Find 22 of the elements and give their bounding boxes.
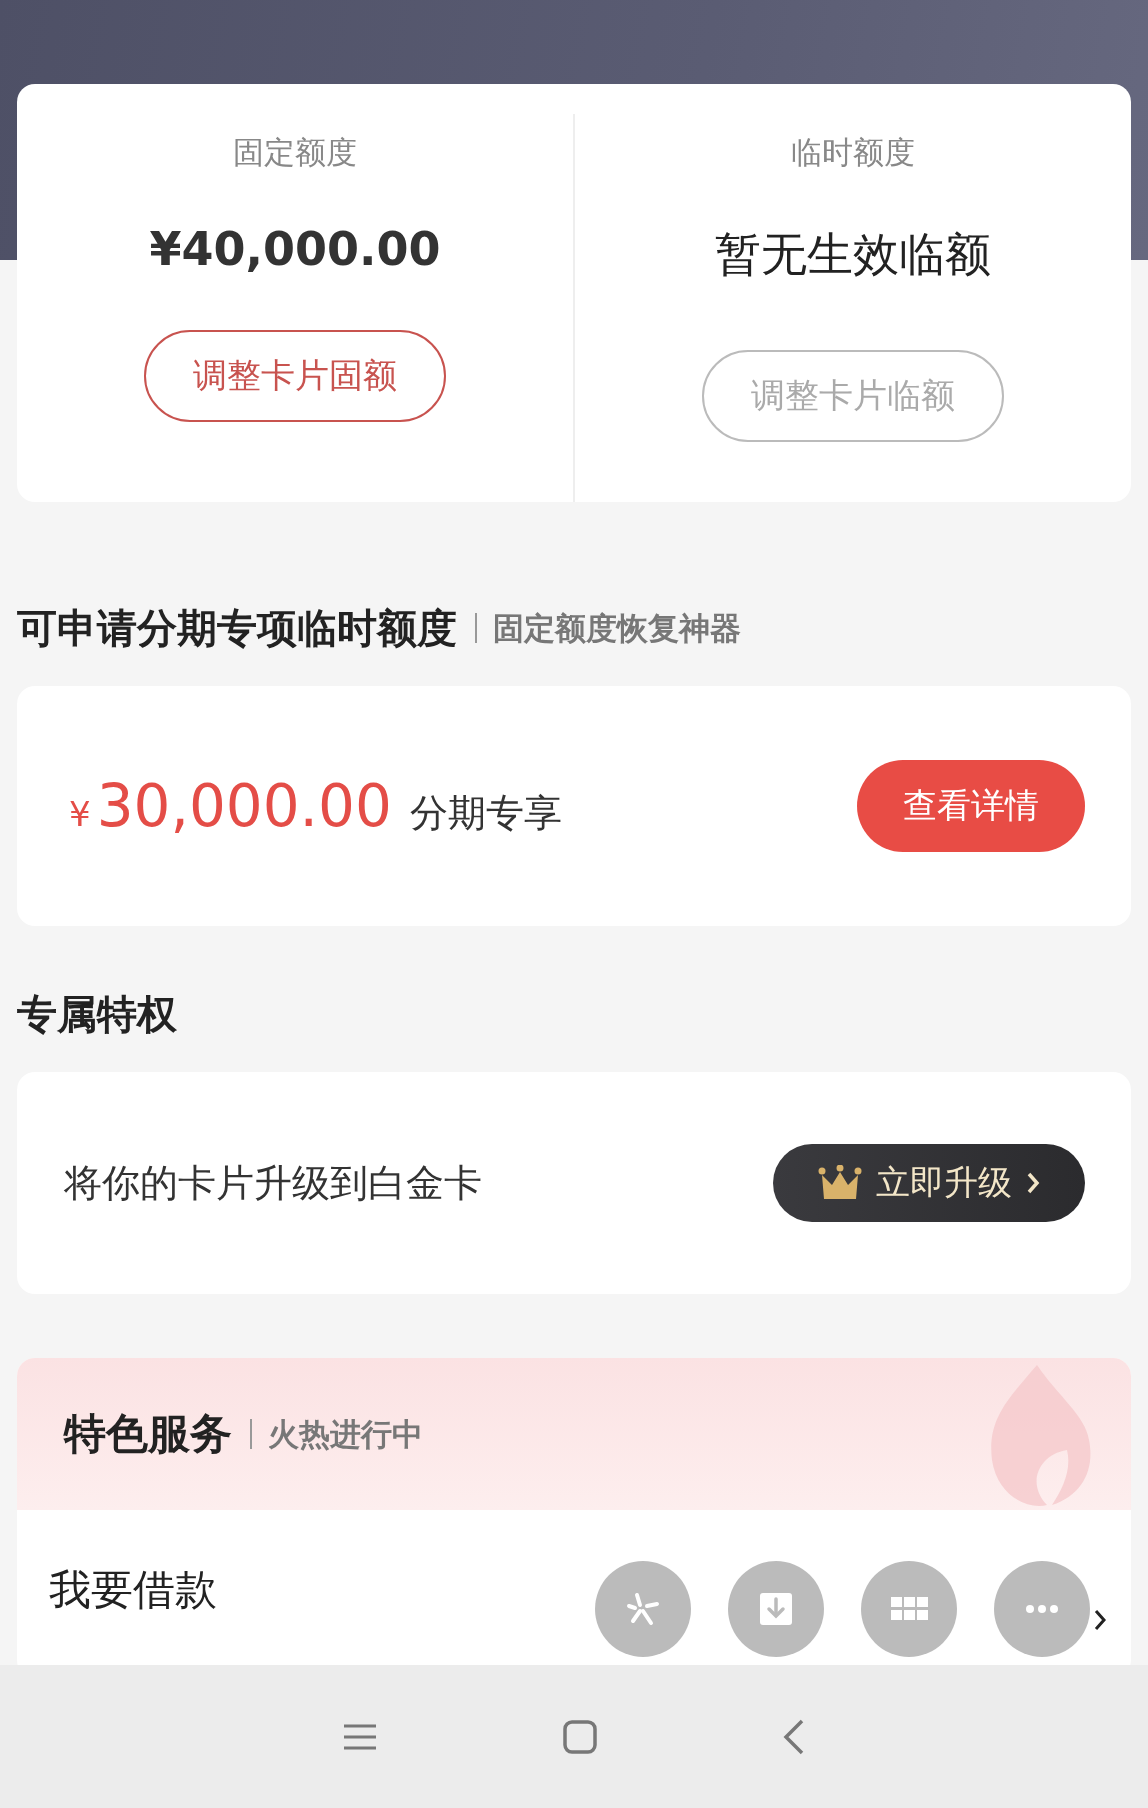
home-icon[interactable] [562,1718,598,1755]
chevron-icon [1026,1171,1040,1195]
service-item[interactable]: 我要借款 [49,1562,217,1618]
privilege-text: 将你的卡片升级到白金卡 [64,1159,482,1207]
section-title: 特色服务 [64,1408,232,1460]
limit-label: 临时额度 [791,133,915,172]
installment-label: 分期专享 [409,790,562,837]
upgrade-button[interactable]: 立即升级 [773,1144,1085,1222]
back-icon[interactable] [782,1718,806,1755]
crown-icon [818,1165,862,1201]
section-title: 专属特权 [17,989,177,1039]
limit-status: 暂无生效临额 [715,226,991,283]
currency-symbol: ¥ [69,794,91,834]
limit-label: 固定额度 [233,133,357,172]
installment-amount: 30,000.00 [96,772,392,840]
chevron-icon[interactable] [1093,1608,1107,1632]
section-subtitle: 火热进行中 [250,1419,423,1449]
limit-amount: ¥40,000.00 [149,222,441,278]
section-title: 可申请分期专项临时额度 [17,603,457,653]
section-subtitle: 固定额度恢复神器 [475,613,741,643]
details-button[interactable]: 查看详情 [857,760,1085,852]
adjust-button[interactable]: 调整卡片固额 [144,330,446,422]
